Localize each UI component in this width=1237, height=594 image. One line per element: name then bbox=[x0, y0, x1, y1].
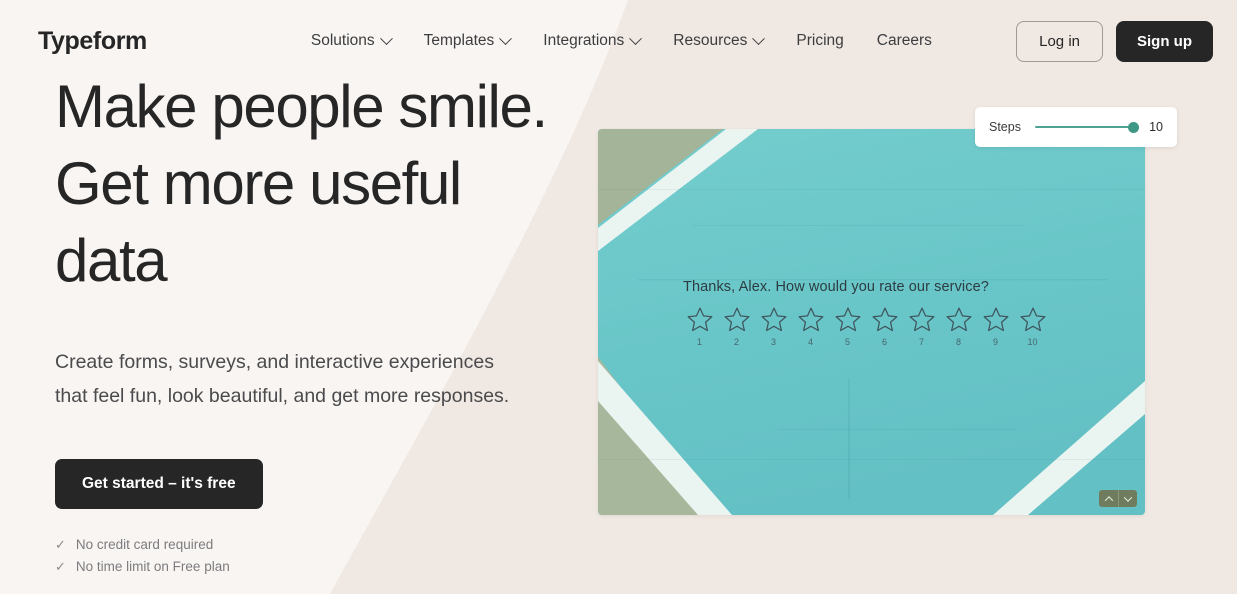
chevron-down-icon bbox=[1123, 492, 1133, 502]
star-outline-icon bbox=[798, 307, 823, 332]
star-rating-label: 9 bbox=[992, 337, 998, 347]
star-rating-label: 7 bbox=[918, 337, 924, 347]
form-question: Thanks, Alex. How would you rate our ser… bbox=[683, 279, 989, 295]
steps-slider[interactable] bbox=[1034, 120, 1140, 134]
auth-actions: Log in Sign up bbox=[1016, 20, 1213, 62]
nav-item-label: Resources bbox=[673, 32, 748, 49]
star-outline-icon bbox=[687, 307, 712, 332]
star-outline-icon bbox=[872, 307, 897, 332]
star-rating-label: 8 bbox=[955, 337, 961, 347]
star-rating-label: 5 bbox=[844, 337, 850, 347]
perks-list: ✓ No credit card required ✓ No time limi… bbox=[55, 534, 615, 578]
chevron-up-icon bbox=[1104, 495, 1113, 505]
nav-item-label: Integrations bbox=[543, 32, 625, 49]
perk-label: No credit card required bbox=[75, 537, 214, 552]
next-question-button[interactable] bbox=[1118, 490, 1137, 507]
star-rating-label: 3 bbox=[770, 337, 776, 347]
hero-content: Make people smile. Get more useful data … bbox=[55, 68, 615, 578]
headline-line-2: Get more useful bbox=[55, 150, 462, 217]
chevron-down-icon bbox=[379, 31, 393, 45]
nav-item-label: Templates bbox=[423, 32, 495, 49]
check-icon: ✓ bbox=[55, 559, 66, 574]
nav-item-pricing[interactable]: Pricing bbox=[796, 32, 843, 50]
signup-button[interactable]: Sign up bbox=[1116, 20, 1213, 62]
logo[interactable]: Typeform bbox=[38, 28, 147, 54]
star-rating-label: 2 bbox=[733, 337, 739, 347]
star-rating-label: 4 bbox=[807, 337, 813, 347]
nav-item-label: Careers bbox=[876, 32, 932, 49]
star-rating-option[interactable]: 9 bbox=[977, 305, 1014, 347]
star-rating-label: 6 bbox=[881, 337, 887, 347]
nav-item-solutions[interactable]: Solutions bbox=[310, 31, 393, 50]
check-icon: ✓ bbox=[55, 537, 66, 552]
slider-track bbox=[1034, 125, 1140, 129]
nav-item-templates[interactable]: Templates bbox=[423, 31, 513, 50]
perk-item: ✓ No credit card required bbox=[55, 534, 615, 556]
star-rating-label: 10 bbox=[1027, 337, 1038, 347]
star-rating-option[interactable]: 7 bbox=[903, 305, 940, 347]
star-rating-label: 1 bbox=[696, 337, 702, 347]
card-navigation bbox=[1099, 490, 1137, 507]
slider-thumb[interactable] bbox=[1128, 121, 1140, 133]
star-rating-option[interactable]: 3 bbox=[755, 305, 792, 347]
login-button[interactable]: Log in bbox=[1016, 20, 1103, 62]
hero-subheadline: Create forms, surveys, and interactive e… bbox=[55, 351, 510, 407]
nav-item-label: Solutions bbox=[310, 32, 375, 49]
star-rating-option[interactable]: 5 bbox=[829, 305, 866, 347]
nav-item-resources[interactable]: Resources bbox=[673, 31, 766, 50]
star-rating-option[interactable]: 10 bbox=[1014, 305, 1051, 347]
star-outline-icon bbox=[983, 307, 1008, 332]
star-outline-icon bbox=[946, 307, 971, 332]
nav-item-careers[interactable]: Careers bbox=[877, 32, 932, 50]
nav-item-label: Pricing bbox=[796, 32, 844, 49]
star-rating-option[interactable]: 2 bbox=[718, 305, 755, 347]
star-outline-icon bbox=[835, 307, 860, 332]
headline-line-3: data bbox=[55, 227, 168, 294]
landing-page: Typeform Solutions Templates Integration… bbox=[0, 0, 1237, 594]
star-outline-icon bbox=[1020, 307, 1045, 332]
site-header: Typeform Solutions Templates Integration… bbox=[0, 0, 1237, 82]
star-rating-option[interactable]: 1 bbox=[681, 305, 718, 347]
steps-widget[interactable]: Steps 10 bbox=[975, 107, 1177, 147]
form-preview-card[interactable]: Thanks, Alex. How would you rate our ser… bbox=[598, 129, 1145, 515]
perk-label: No time limit on Free plan bbox=[75, 559, 230, 574]
star-rating[interactable]: 1 2 3 4 5 6 7 8 9 10 bbox=[681, 305, 1051, 347]
chevron-down-icon bbox=[629, 31, 643, 45]
star-rating-option[interactable]: 6 bbox=[866, 305, 903, 347]
previous-question-button[interactable] bbox=[1099, 490, 1118, 507]
main-nav: Solutions Templates Integrations Resourc… bbox=[310, 31, 932, 50]
get-started-button[interactable]: Get started – it's free bbox=[55, 459, 263, 509]
star-outline-icon bbox=[761, 307, 786, 332]
page-title: Make people smile. Get more useful data bbox=[55, 68, 615, 299]
star-rating-option[interactable]: 8 bbox=[940, 305, 977, 347]
star-outline-icon bbox=[909, 307, 934, 332]
headline-line-1: Make people smile. bbox=[55, 73, 548, 140]
chevron-down-icon bbox=[752, 31, 766, 45]
perk-item: ✓ No time limit on Free plan bbox=[55, 556, 615, 578]
steps-value: 10 bbox=[1149, 120, 1163, 134]
chevron-down-icon bbox=[499, 31, 513, 45]
star-outline-icon bbox=[724, 307, 749, 332]
star-rating-option[interactable]: 4 bbox=[792, 305, 829, 347]
nav-item-integrations[interactable]: Integrations bbox=[543, 31, 643, 50]
steps-label: Steps bbox=[989, 120, 1021, 134]
